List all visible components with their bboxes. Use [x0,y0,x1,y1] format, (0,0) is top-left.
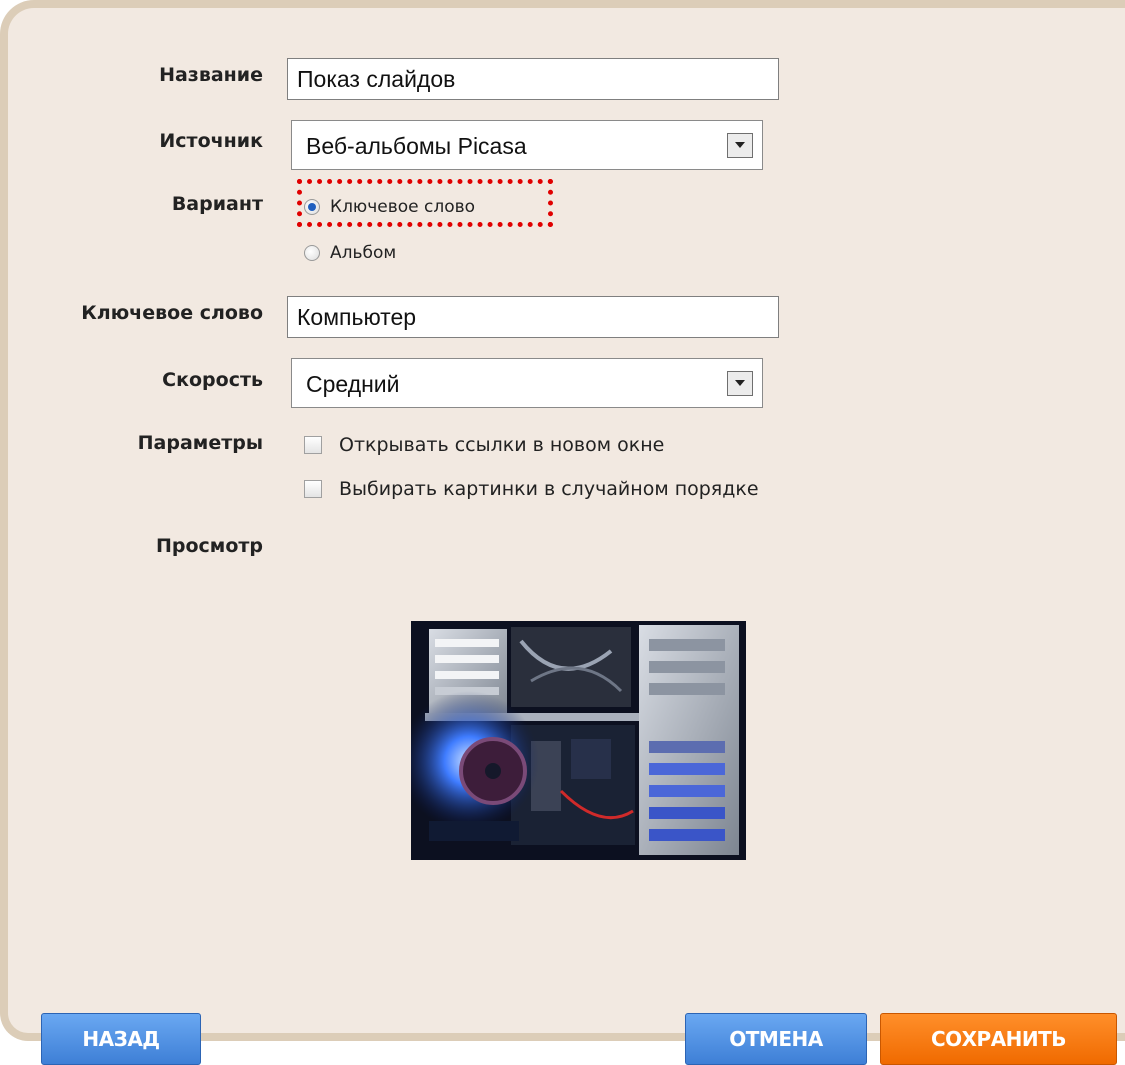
source-label: Источник [159,130,263,152]
checkbox-open-new-window-label: Открывать ссылки в новом окне [339,434,665,456]
name-label: Название [159,64,263,86]
keyword-input[interactable]: Компьютер [287,296,779,338]
source-select[interactable]: Веб-альбомы Picasa [291,120,763,170]
chevron-down-icon[interactable] [727,133,753,158]
chevron-down-icon[interactable] [727,371,753,396]
radio-album-label: Альбом [330,242,397,263]
params-label: Параметры [137,432,263,454]
checkbox-random-order[interactable] [304,480,322,498]
radio-album[interactable] [304,244,320,261]
variant-option-album[interactable]: Альбом [304,242,396,263]
option-random-order[interactable]: Выбирать картинки в случайном порядке [304,478,759,500]
cancel-button[interactable]: ОТМЕНА [685,1013,867,1065]
preview-image [411,621,746,860]
source-select-value: Веб-альбомы Picasa [306,133,527,159]
checkbox-open-new-window[interactable] [304,436,322,454]
save-button[interactable]: СОХРАНИТЬ [880,1013,1117,1065]
variant-label: Вариант [171,193,263,215]
checkbox-random-order-label: Выбирать картинки в случайном порядке [339,478,759,500]
preview-label: Просмотр [155,535,263,557]
back-button[interactable]: НАЗАД [41,1013,201,1065]
name-input[interactable]: Показ слайдов [287,58,779,100]
speed-select-value: Средний [306,371,400,397]
keyword-label: Ключевое слово [81,302,263,324]
speed-select[interactable]: Средний [291,358,763,408]
speed-label: Скорость [162,369,263,391]
option-open-new-window[interactable]: Открывать ссылки в новом окне [304,434,664,456]
selection-highlight-box [297,179,553,227]
